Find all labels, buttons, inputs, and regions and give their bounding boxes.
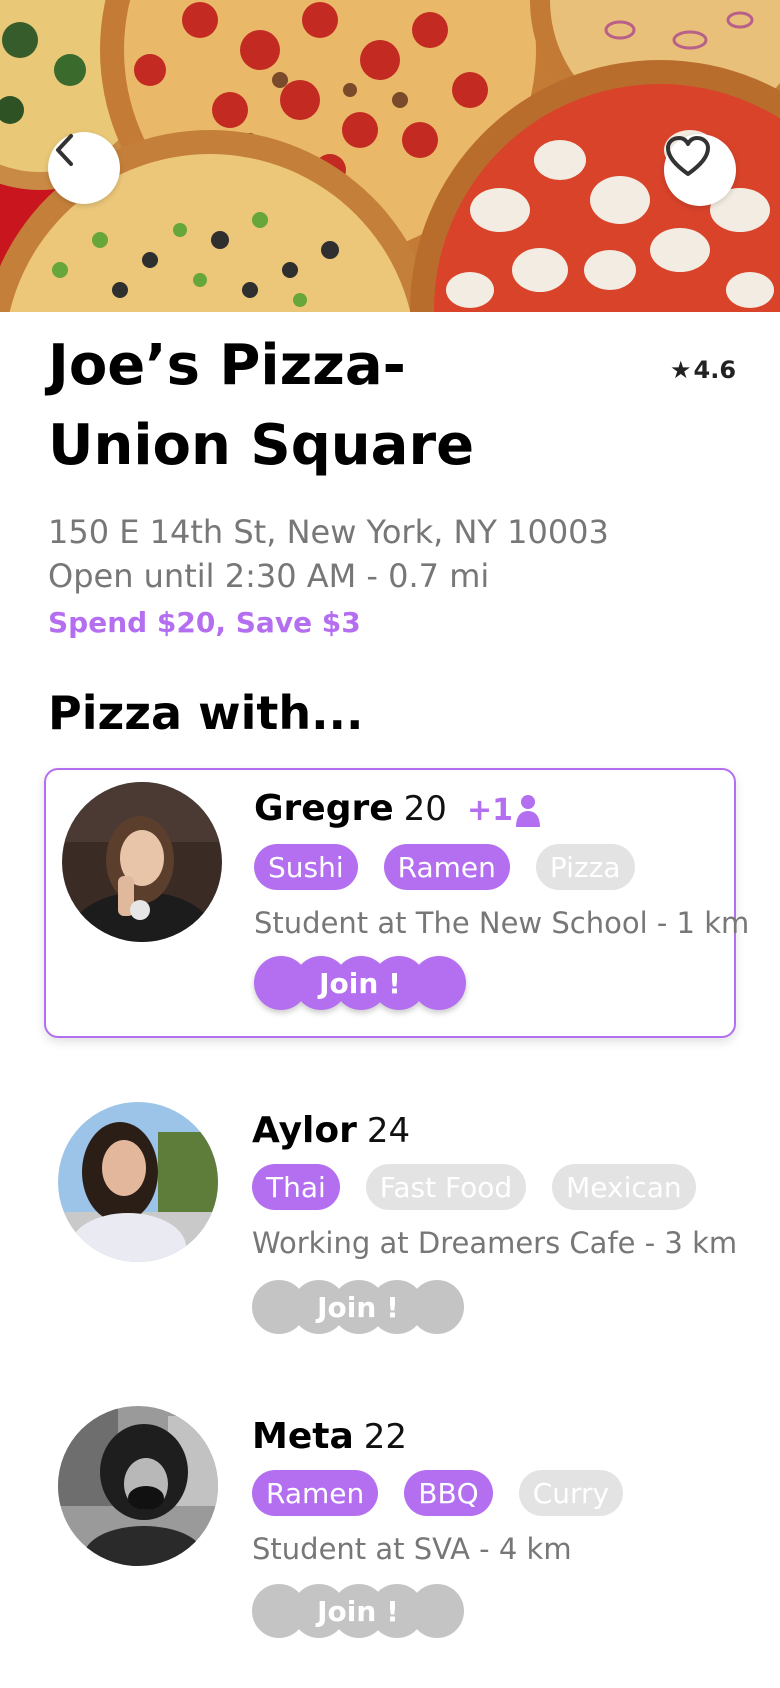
tag-pizza[interactable]: Pizza	[535, 844, 635, 890]
hero-image	[0, 0, 780, 312]
person-age: 24	[366, 1111, 411, 1151]
restaurant-address: 150 E 14th St, New York, NY 10003	[48, 513, 609, 551]
name-line: Gregre 20 +1	[254, 788, 541, 829]
person-age: 22	[363, 1417, 408, 1457]
join-button[interactable]: Join !	[254, 956, 466, 1010]
join-label: Join !	[317, 1594, 399, 1628]
person-name: Gregre	[254, 788, 394, 829]
tag-sushi[interactable]: Sushi	[254, 844, 358, 890]
tag-thai[interactable]: Thai	[252, 1164, 340, 1210]
rating: ★ 4.6	[670, 356, 736, 384]
restaurant-name: Joe’s Pizza- Union Square	[48, 333, 475, 478]
plus-count: +1	[467, 793, 541, 828]
tag-ramen[interactable]: Ramen	[252, 1470, 379, 1516]
person-name: Aylor	[252, 1110, 357, 1151]
tag-mexican[interactable]: Mexican	[552, 1164, 696, 1210]
name-line: Meta 22	[252, 1416, 407, 1457]
join-button[interactable]: Join !	[252, 1584, 464, 1638]
food-tags: Sushi Ramen Pizza	[254, 844, 635, 890]
plus-count-text: +1	[466, 793, 513, 828]
heart-outline-icon	[666, 136, 710, 176]
tag-fast-food[interactable]: Fast Food	[365, 1164, 527, 1210]
name-line: Aylor 24	[252, 1110, 410, 1151]
join-label: Join !	[317, 1290, 399, 1324]
join-button[interactable]: Join !	[252, 1280, 464, 1334]
tag-ramen[interactable]: Ramen	[383, 844, 510, 890]
avatar	[58, 1102, 218, 1262]
person-icon	[515, 794, 540, 827]
restaurant-hours: Open until 2:30 AM - 0.7 mi	[48, 557, 490, 595]
avatar	[62, 782, 222, 942]
person-description: Working at Dreamers Cafe - 3 km	[252, 1226, 738, 1260]
promo-text[interactable]: Spend $20, Save $3	[48, 606, 361, 639]
person-card[interactable]: Aylor 24 Thai Fast Food Mexican Working …	[44, 1100, 738, 1340]
star-icon: ★	[670, 356, 692, 384]
person-name: Meta	[252, 1416, 354, 1457]
tag-bbq[interactable]: BBQ	[404, 1470, 493, 1516]
rating-value: 4.6	[693, 356, 737, 384]
person-card[interactable]: Meta 22 Ramen BBQ Curry Student at SVA -…	[44, 1404, 736, 1644]
favorite-button[interactable]	[664, 134, 736, 206]
section-title: Pizza with...	[48, 686, 364, 740]
chevron-left-icon	[56, 134, 73, 166]
food-tags: Thai Fast Food Mexican	[252, 1164, 696, 1210]
avatar	[58, 1406, 218, 1566]
person-description: Student at The New School - 1 km	[254, 906, 750, 940]
tag-curry[interactable]: Curry	[518, 1470, 624, 1516]
person-card[interactable]: Gregre 20 +1 Sushi Ramen Pizza Student a…	[44, 768, 749, 1038]
back-button[interactable]	[48, 132, 120, 204]
food-tags: Ramen BBQ Curry	[252, 1470, 624, 1516]
person-description: Student at SVA - 4 km	[252, 1532, 572, 1566]
join-label: Join !	[319, 966, 401, 1000]
person-age: 20	[403, 789, 447, 829]
